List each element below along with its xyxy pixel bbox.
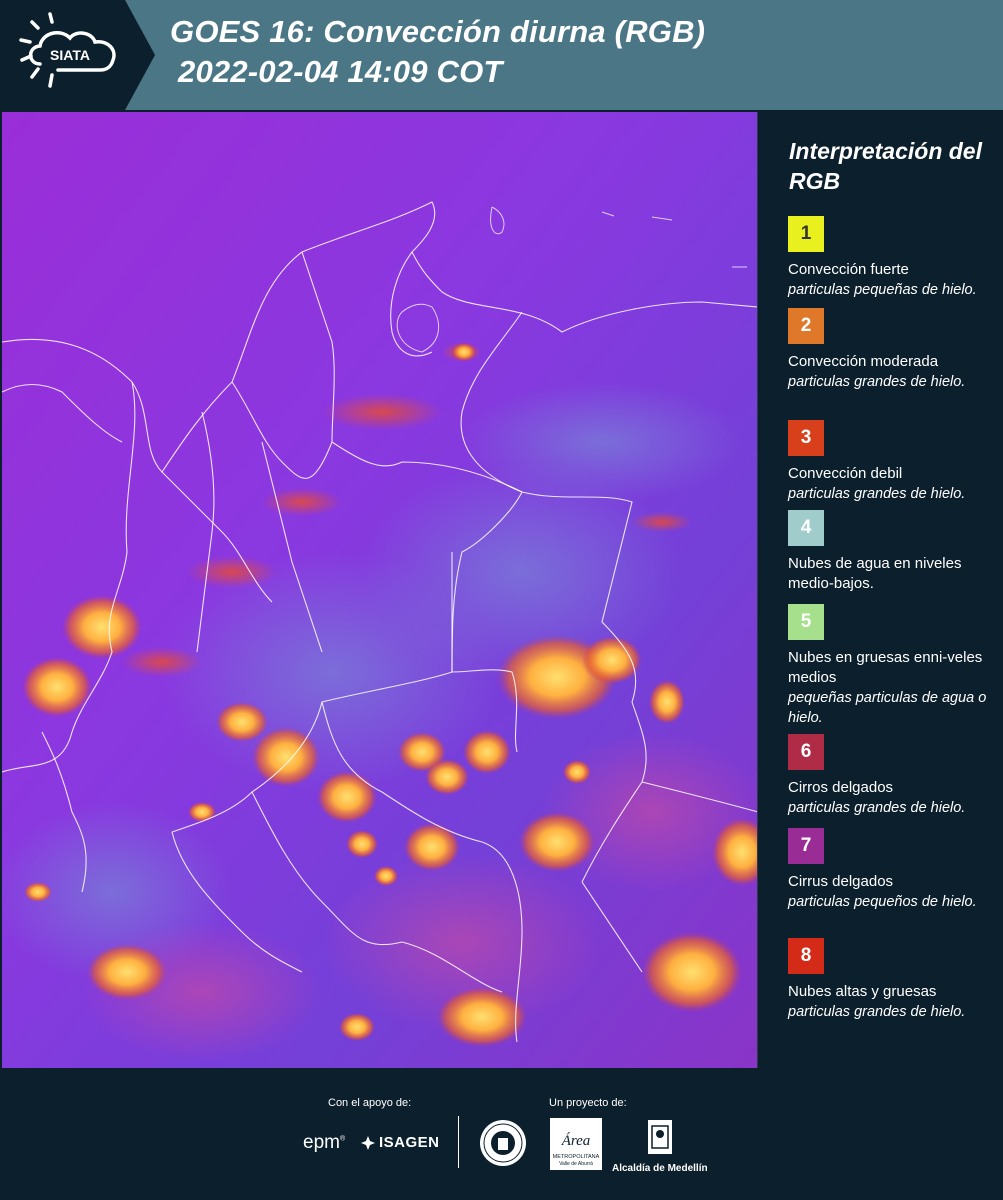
legend-swatch-6: 6 <box>788 734 824 770</box>
legend-swatch-3: 3 <box>788 420 824 456</box>
legend-name: Convección fuerte <box>788 261 909 278</box>
legend-number: 1 <box>800 223 812 244</box>
legend-number: 4 <box>800 517 812 538</box>
footer: Con el apoyo de: Un proyecto de: epm® IS… <box>0 1070 1003 1200</box>
legend-item-5: 5 Nubes en gruesas enni-veles medios peq… <box>788 604 1000 728</box>
legend-swatch-5: 5 <box>788 604 824 640</box>
amva-logo: Área METROPOLITANA Valle de Aburrá <box>550 1118 602 1175</box>
legend-desc: particulas grandes de hielo. <box>788 800 966 816</box>
legend-number: 3 <box>800 427 812 448</box>
siata-logo: SIATA <box>0 0 155 110</box>
medellin-shield-icon <box>647 1120 672 1154</box>
svg-text:METROPOLITANA: METROPOLITANA <box>553 1154 600 1160</box>
satellite-image <box>2 112 757 1068</box>
footer-divider <box>458 1116 459 1168</box>
svg-text:Área: Área <box>561 1132 591 1149</box>
legend-name: Nubes en gruesas enni-veles medios <box>788 649 983 686</box>
epm-text: epm <box>303 1132 340 1153</box>
legend-number: 5 <box>800 611 812 632</box>
support-label: Con el apoyo de: <box>328 1097 412 1109</box>
legend-item-2: 2 Convección moderada particulas grandes… <box>788 308 1000 392</box>
legend-desc: pequeñas particulas de agua o hielo. <box>788 690 987 726</box>
legend-swatch-1: 1 <box>788 216 824 252</box>
header-bar: SIATA GOES 16: Convección diurna (RGB) 2… <box>0 0 1003 110</box>
legend-name: Cirrus delgados <box>788 873 894 890</box>
legend-swatch-2: 2 <box>788 308 824 344</box>
seal-logo <box>478 1118 528 1173</box>
medellin-label: Alcaldía de Medellín <box>612 1163 708 1174</box>
legend-swatch-8: 8 <box>788 938 824 974</box>
legend-name: Nubes de agua en niveles medio-bajos. <box>788 555 962 592</box>
legend-item-1: 1 Convección fuerte particulas pequeñas … <box>788 216 1000 300</box>
page-title: GOES 16: Convección diurna (RGB) <box>170 14 706 49</box>
legend-desc: particulas grandes de hielo. <box>788 486 966 502</box>
legend-name: Cirros delgados <box>788 779 894 796</box>
legend-title: Interpretación del RGB <box>789 138 982 194</box>
epm-logo: epm® <box>303 1132 346 1153</box>
legend-swatch-7: 7 <box>788 828 824 864</box>
svg-text:Valle de Aburrá: Valle de Aburrá <box>559 1161 593 1167</box>
legend-item-3: 3 Convección debil particulas grandes de… <box>788 420 1000 504</box>
legend-item-6: 6 Cirros delgados particulas grandes de … <box>788 734 1000 818</box>
legend-item-8: 8 Nubes altas y gruesas particulas grand… <box>788 938 1000 1022</box>
legend-desc: particulas grandes de hielo. <box>788 374 966 390</box>
legend-item-7: 7 Cirrus delgados particulas pequeños de… <box>788 828 1000 912</box>
legend-desc: particulas pequeñas de hielo. <box>788 282 977 298</box>
satellite-map[interactable] <box>2 112 758 1068</box>
legend-desc: particulas grandes de hielo. <box>788 1004 966 1020</box>
legend-name: Convección debil <box>788 465 903 482</box>
project-label: Un proyecto de: <box>549 1097 627 1109</box>
isagen-text: ISAGEN <box>379 1134 440 1151</box>
timestamp: 2022-02-04 14:09 COT <box>178 54 503 89</box>
legend-desc: particulas pequeños de hielo. <box>788 894 977 910</box>
legend-name: Nubes altas y gruesas <box>788 983 937 1000</box>
legend-number: 6 <box>800 741 812 762</box>
isagen-icon <box>361 1135 375 1150</box>
legend-swatch-4: 4 <box>788 510 824 546</box>
legend-item-4: 4 Nubes de agua en niveles medio-bajos. <box>788 510 1000 594</box>
medellin-logo: Alcaldía de Medellín <box>612 1118 708 1174</box>
legend-panel: Interpretación del RGB 1 Convección fuer… <box>762 110 1003 1070</box>
legend-number: 8 <box>800 945 812 966</box>
legend-number: 7 <box>800 835 812 856</box>
legend-number: 2 <box>800 315 812 336</box>
legend-name: Convección moderada <box>788 353 939 370</box>
isagen-logo: ISAGEN <box>360 1134 440 1151</box>
svg-text:SIATA: SIATA <box>50 47 90 63</box>
